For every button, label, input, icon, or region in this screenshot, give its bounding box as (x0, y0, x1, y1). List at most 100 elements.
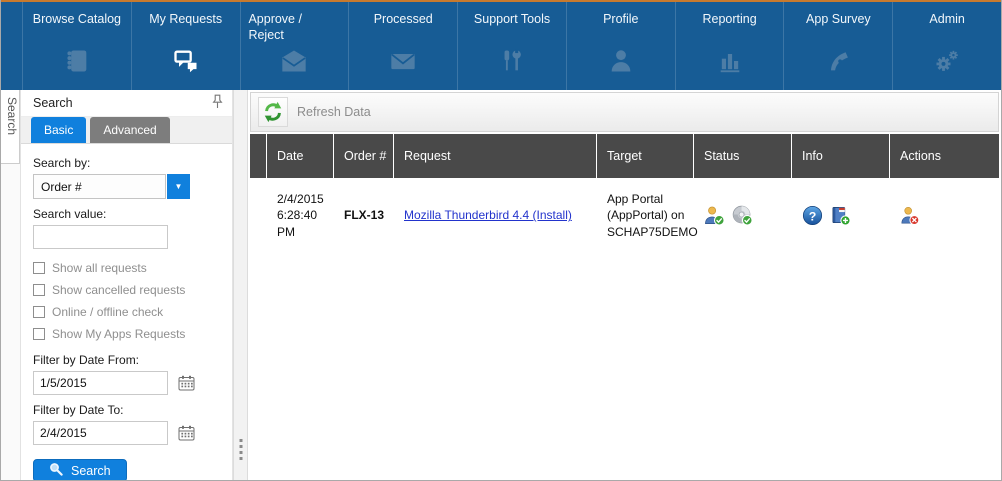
col-header-select (250, 134, 267, 178)
request-link[interactable]: Mozilla Thunderbird 4.4 (Install) (404, 207, 572, 223)
envelope-icon (389, 47, 417, 80)
cell-order-number: FLX-13 (334, 178, 394, 253)
checkbox-label: Show all requests (52, 261, 147, 275)
user-approved-icon (704, 205, 725, 226)
nav-tab-label: Approve / Reject (248, 11, 340, 45)
search-panel-body: Search by: Order # ▼ Search value: Show … (21, 144, 232, 480)
nav-tab-label: Admin (929, 11, 964, 45)
search-value-input[interactable] (33, 225, 168, 249)
nav-tab-label: My Requests (149, 11, 222, 45)
magnifier-icon (49, 462, 63, 479)
tab-advanced[interactable]: Advanced (90, 117, 169, 143)
checkbox-online-offline-check[interactable]: Online / offline check (33, 301, 232, 323)
nav-tab-admin[interactable]: Admin (893, 2, 1001, 90)
gears-icon (933, 47, 961, 80)
add-info-icon[interactable] (830, 205, 851, 226)
date-from-label: Filter by Date From: (33, 353, 232, 367)
col-header-info[interactable]: Info (792, 134, 890, 178)
checkbox-box[interactable] (33, 262, 45, 274)
col-header-actions[interactable]: Actions (890, 134, 999, 178)
nav-tab-processed[interactable]: Processed (349, 2, 458, 90)
svg-text:?: ? (809, 209, 817, 223)
help-icon[interactable]: ? (802, 205, 823, 226)
search-panel: Search Basic Advanced Search by: Order #… (21, 90, 233, 480)
nav-tab-reporting[interactable]: Reporting (676, 2, 785, 90)
media-ready-icon (732, 205, 753, 226)
cancel-request-icon[interactable] (900, 205, 920, 226)
nav-tab-label: Reporting (702, 11, 756, 45)
nav-tab-my-requests[interactable]: My Requests (132, 2, 241, 90)
search-panel-tabs: Basic Advanced (21, 117, 232, 144)
calendar-icon[interactable] (178, 425, 195, 441)
search-vertical-tab[interactable]: Search (1, 90, 20, 164)
search-by-label: Search by: (33, 156, 232, 170)
app-window: Browse Catalog My Requests Approve / Rej… (0, 0, 1002, 481)
panel-splitter[interactable] (233, 90, 248, 480)
chat-bubbles-icon (172, 47, 200, 80)
cell-select (250, 178, 267, 253)
search-button[interactable]: Search (33, 459, 127, 480)
bar-chart-icon (716, 47, 744, 80)
checkbox-label: Show My Apps Requests (52, 327, 185, 341)
grid-toolbar: Refresh Data (250, 92, 999, 132)
open-envelope-icon (280, 47, 308, 80)
nav-tab-profile[interactable]: Profile (567, 2, 676, 90)
calendar-icon[interactable] (178, 375, 195, 391)
nav-tab-label: App Survey (806, 11, 871, 45)
cell-status (694, 178, 792, 253)
search-by-value[interactable]: Order # (33, 174, 166, 199)
panel-title: Search (33, 96, 73, 110)
cell-request: Mozilla Thunderbird 4.4 (Install) (394, 178, 597, 253)
col-header-target[interactable]: Target (597, 134, 694, 178)
content-area: Search Search Basic Advanced Search by: … (1, 90, 1001, 480)
refresh-data-button[interactable]: Refresh Data (258, 97, 371, 127)
grid-empty-area (250, 253, 999, 480)
checkbox-box[interactable] (33, 306, 45, 318)
side-tab-strip: Search (1, 90, 21, 480)
checkbox-show-all-requests[interactable]: Show all requests (33, 257, 232, 279)
search-value-label: Search value: (33, 207, 232, 221)
nav-tab-support-tools[interactable]: Support Tools (458, 2, 567, 90)
pin-icon[interactable] (212, 94, 223, 112)
date-from-input[interactable] (33, 371, 168, 395)
table-header: Date Order # Request Target Status Info … (250, 134, 999, 178)
checkbox-box[interactable] (33, 328, 45, 340)
person-icon (607, 47, 635, 80)
catalog-icon (63, 47, 91, 80)
tab-basic[interactable]: Basic (31, 117, 86, 143)
nav-tab-approve-reject[interactable]: Approve / Reject (241, 2, 350, 90)
chevron-down-icon[interactable]: ▼ (167, 174, 190, 199)
search-panel-header: Search (21, 90, 232, 117)
col-header-status[interactable]: Status (694, 134, 792, 178)
nav-tab-label: Support Tools (474, 11, 550, 45)
col-header-request[interactable]: Request (394, 134, 597, 178)
checkbox-label: Show cancelled requests (52, 283, 185, 297)
nav-spacer (1, 2, 23, 90)
pen-icon (824, 47, 852, 80)
cell-actions (890, 178, 999, 253)
nav-tab-label: Processed (374, 11, 433, 45)
col-header-date[interactable]: Date (267, 134, 334, 178)
checkbox-group: Show all requests Show cancelled request… (33, 257, 232, 345)
cell-info: ? (792, 178, 890, 253)
checkbox-label: Online / offline check (52, 305, 163, 319)
nav-tab-browse-catalog[interactable]: Browse Catalog (23, 2, 132, 90)
cell-date: 2/4/2015 6:28:40 PM (267, 178, 334, 253)
date-to-label: Filter by Date To: (33, 403, 232, 417)
checkbox-show-cancelled-requests[interactable]: Show cancelled requests (33, 279, 232, 301)
refresh-icon (258, 97, 288, 127)
tools-icon (498, 47, 526, 80)
search-by-dropdown[interactable]: Order # ▼ (33, 174, 232, 199)
table-row: 2/4/2015 6:28:40 PM FLX-13 Mozilla Thund… (250, 178, 999, 253)
date-to-input[interactable] (33, 421, 168, 445)
checkbox-show-my-apps-requests[interactable]: Show My Apps Requests (33, 323, 232, 345)
nav-tab-label: Profile (603, 11, 638, 45)
checkbox-box[interactable] (33, 284, 45, 296)
col-header-order[interactable]: Order # (334, 134, 394, 178)
nav-tab-label: Browse Catalog (33, 11, 121, 45)
top-nav: Browse Catalog My Requests Approve / Rej… (1, 0, 1001, 90)
main-area: Refresh Data Date Order # Request Target… (248, 90, 1001, 480)
nav-tab-app-survey[interactable]: App Survey (784, 2, 893, 90)
search-button-label: Search (71, 464, 111, 478)
splitter-grip-icon[interactable] (239, 439, 242, 460)
